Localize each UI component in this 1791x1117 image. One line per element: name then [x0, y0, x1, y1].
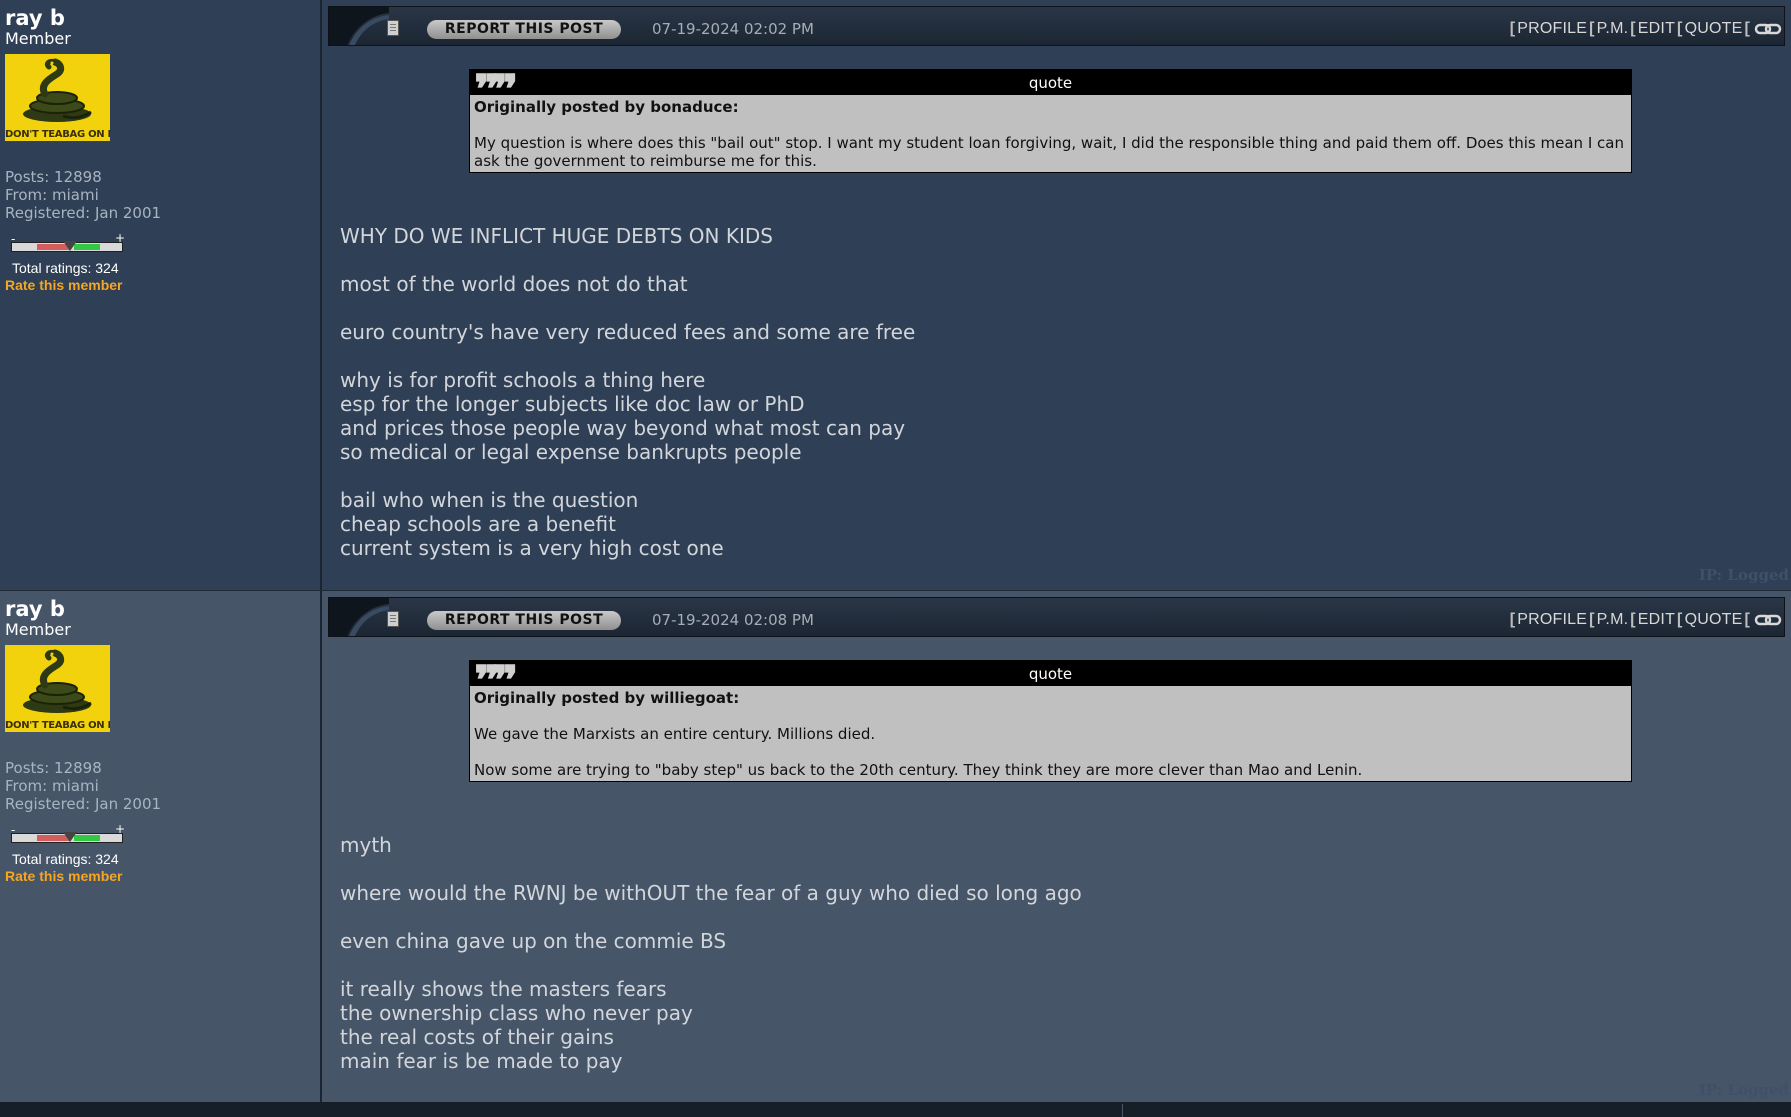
post-actions: [ PROFILE [ P.M. [ EDIT [ QUOTE [: [1508, 610, 1782, 630]
quote-button[interactable]: QUOTE: [1685, 610, 1743, 630]
author-from: From: miami: [5, 777, 99, 795]
rating-meter: - +: [5, 231, 125, 260]
author-sidebar: ray b Member DON'T TEABAG ON ME Posts: 1…: [0, 0, 322, 590]
permalink-icon[interactable]: [1754, 21, 1782, 37]
quote-body: Originally posted by williegoat: We gave…: [470, 686, 1631, 781]
ip-logged: IP: Logged: [1698, 566, 1789, 584]
quote-label: quote: [1028, 74, 1073, 92]
total-ratings: Total ratings: 324: [12, 851, 119, 867]
document-icon[interactable]: [387, 20, 399, 36]
total-ratings: Total ratings: 324: [12, 260, 119, 276]
author-name[interactable]: ray b: [5, 597, 320, 621]
rating-positive-fill: [74, 835, 100, 841]
avatar-caption: DON'T TEABAG ON ME: [5, 720, 110, 731]
snake-icon: [23, 649, 92, 713]
quote-button[interactable]: QUOTE: [1685, 19, 1743, 39]
author-registered: Registered: Jan 2001: [5, 795, 162, 813]
author-rank: Member: [5, 620, 71, 639]
author-stats: Posts: 12898 From: miami Registered: Jan…: [5, 759, 320, 813]
quote-block: ❞❞ quote Originally posted by bonaduce: …: [469, 69, 1632, 173]
snake-icon: [23, 58, 92, 122]
author-posts: Posts: 12898: [5, 759, 102, 777]
post-content: REPORT THIS POST 07-19-2024 02:02 PM [ P…: [322, 0, 1791, 590]
post-date: 07-19-2024 02:08 PM: [652, 611, 814, 629]
rating-bar: [11, 241, 123, 252]
quote-author: Originally posted by williegoat:: [474, 689, 740, 707]
rate-member-link[interactable]: Rate this member: [5, 868, 320, 885]
rating-meter: - +: [5, 822, 125, 851]
author-from: From: miami: [5, 186, 99, 204]
author-name[interactable]: ray b: [5, 6, 320, 30]
quote-body: Originally posted by bonaduce: My questi…: [470, 95, 1631, 172]
pm-button[interactable]: P.M.: [1597, 19, 1629, 39]
rating-positive-fill: [74, 244, 100, 250]
post-toolbar: REPORT THIS POST 07-19-2024 02:02 PM [ P…: [328, 6, 1785, 46]
rating-bar: [11, 832, 123, 843]
forum-post: ray b Member DON'T TEABAG ON ME Posts: 1…: [0, 0, 1791, 590]
report-post-button[interactable]: REPORT THIS POST: [427, 20, 621, 39]
rating-pointer-icon: [63, 241, 77, 251]
avatar: DON'T TEABAG ON ME: [5, 645, 110, 732]
quote-label: quote: [1028, 665, 1073, 683]
author-rank: Member: [5, 29, 71, 48]
avatar: DON'T TEABAG ON ME: [5, 54, 110, 141]
edit-button[interactable]: EDIT: [1638, 610, 1675, 630]
profile-button[interactable]: PROFILE: [1517, 610, 1587, 630]
report-post-button[interactable]: REPORT THIS POST: [427, 611, 621, 630]
rating-pointer-icon: [63, 832, 77, 842]
edit-button[interactable]: EDIT: [1638, 19, 1675, 39]
bottom-divider: [1122, 1104, 1123, 1117]
permalink-icon[interactable]: [1754, 612, 1782, 628]
ip-logged: IP: Logged: [1698, 1081, 1789, 1099]
profile-button[interactable]: PROFILE: [1517, 19, 1587, 39]
post-content: REPORT THIS POST 07-19-2024 02:08 PM [ P…: [322, 591, 1791, 1102]
toolbar-swoosh-icon: [329, 7, 389, 45]
post-message: myth where would the RWNJ be withOUT the…: [340, 833, 1082, 1073]
author-stats: Posts: 12898 From: miami Registered: Jan…: [5, 168, 320, 222]
forum-post: ray b Member DON'T TEABAG ON ME Posts: 1…: [0, 591, 1791, 1102]
quote-author: Originally posted by bonaduce:: [474, 98, 739, 116]
post-actions: [ PROFILE [ P.M. [ EDIT [ QUOTE [: [1508, 19, 1782, 39]
author-registered: Registered: Jan 2001: [5, 204, 162, 222]
bottom-bar: [0, 1102, 1791, 1117]
quote-text: My question is where does this "bail out…: [474, 134, 1624, 170]
author-posts: Posts: 12898: [5, 168, 102, 186]
quote-header: ❞❞ quote: [470, 661, 1631, 701]
document-icon[interactable]: [387, 611, 399, 627]
toolbar-swoosh-icon: [329, 598, 389, 636]
quote-block: ❞❞ quote Originally posted by williegoat…: [469, 660, 1632, 782]
post-message: WHY DO WE INFLICT HUGE DEBTS ON KIDS mos…: [340, 224, 916, 560]
author-sidebar: ray b Member DON'T TEABAG ON ME Posts: 1…: [0, 591, 322, 1102]
avatar-caption: DON'T TEABAG ON ME: [5, 129, 110, 140]
quote-text: Now some are trying to "baby step" us ba…: [474, 761, 1363, 779]
quote-header: ❞❞ quote: [470, 70, 1631, 110]
post-toolbar: REPORT THIS POST 07-19-2024 02:08 PM [ P…: [328, 597, 1785, 637]
post-date: 07-19-2024 02:02 PM: [652, 20, 814, 38]
pm-button[interactable]: P.M.: [1597, 610, 1629, 630]
quote-text: We gave the Marxists an entire century. …: [474, 725, 876, 743]
rate-member-link[interactable]: Rate this member: [5, 277, 320, 294]
